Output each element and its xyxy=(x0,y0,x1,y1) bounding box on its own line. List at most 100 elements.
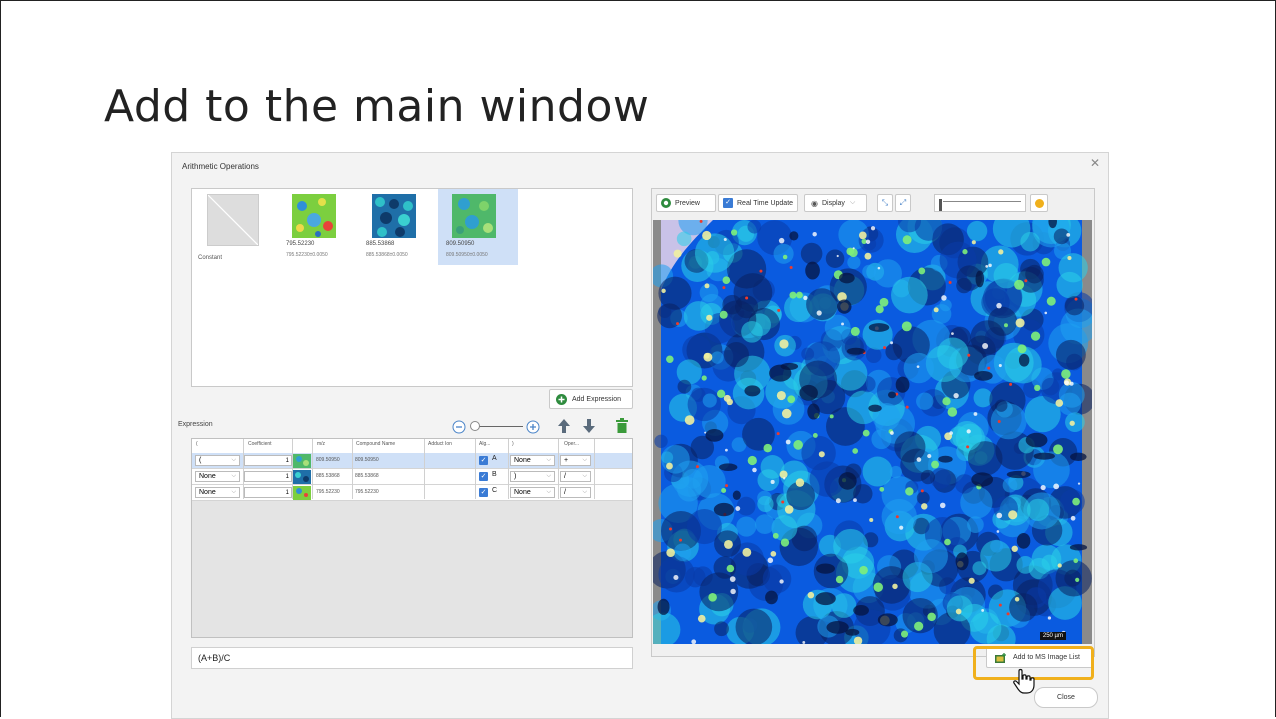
trash-icon[interactable] xyxy=(615,418,629,434)
row-compound-name: 809.50950 xyxy=(355,457,379,463)
open-paren-select[interactable]: None ⌵ xyxy=(195,487,240,498)
column-divider xyxy=(424,439,425,499)
thumbnail-image-selected[interactable]: 809.50950 809.50950±0.0050 xyxy=(438,189,518,265)
thumbnail-range: 885.53868±0.0050 xyxy=(366,252,408,258)
coefficient-input[interactable]: 1 xyxy=(244,487,292,498)
row-ion-image xyxy=(293,454,311,468)
operator-select[interactable]: / ⌵ xyxy=(560,471,591,482)
row-compound-name: 885.53868 xyxy=(355,473,379,479)
coefficient-input[interactable]: 1 xyxy=(244,455,292,466)
hand-cursor-icon xyxy=(1013,668,1035,694)
close-button[interactable]: Close xyxy=(1034,687,1098,708)
operator-select[interactable]: / ⌵ xyxy=(560,487,591,498)
arithmetic-operations-dialog: Arithmetic Operations ✕ Constant 795.522… xyxy=(171,152,1109,719)
header-close-paren: ) xyxy=(512,441,514,447)
scale-bar-label: 250 µm xyxy=(1039,632,1066,640)
column-divider xyxy=(594,439,595,499)
column-divider xyxy=(292,439,293,499)
preview-button[interactable]: Preview xyxy=(656,194,716,212)
dialog-title: Arithmetic Operations xyxy=(182,162,259,171)
algebra-checkbox[interactable]: ✓ xyxy=(479,472,488,481)
thumbnail-range: 809.50950±0.0050 xyxy=(446,252,488,258)
ms-image-preview[interactable]: 250 µm xyxy=(646,205,1097,654)
operator-select[interactable]: + ⌵ xyxy=(560,455,591,466)
close-paren-select[interactable]: ) ⌵ xyxy=(510,471,555,482)
algebra-checkbox[interactable]: ✓ xyxy=(479,456,488,465)
slider-thumb[interactable] xyxy=(939,199,942,211)
real-time-update-toggle[interactable]: ✓ Real Time Update xyxy=(718,194,798,212)
slide: Add to the main window Arithmetic Operat… xyxy=(0,0,1276,719)
plus-circle-icon xyxy=(556,393,567,405)
thumbnail-mz: 885.53868 xyxy=(366,241,395,247)
header-compound-name: Compound Name xyxy=(356,441,396,447)
thumbnail-range: 795.52230±0.0050 xyxy=(286,252,328,258)
move-down-icon[interactable] xyxy=(581,417,597,435)
real-time-update-label: Real Time Update xyxy=(737,199,794,207)
move-up-icon[interactable] xyxy=(556,417,572,435)
dialog-close-button[interactable]: ✕ xyxy=(1090,156,1100,170)
intensity-range-slider[interactable] xyxy=(934,194,1026,212)
close-paren-select[interactable]: None ⌵ xyxy=(510,487,555,498)
column-divider xyxy=(312,439,313,499)
slider-track xyxy=(943,201,1021,202)
row-mz: 809.50950 xyxy=(316,457,340,463)
colormap-button[interactable] xyxy=(1030,194,1048,212)
column-divider xyxy=(475,439,476,499)
algebra-checkbox[interactable]: ✓ xyxy=(479,488,488,497)
header-open-paren: ( xyxy=(196,441,198,447)
algebra-letter: C xyxy=(492,487,498,494)
colormap-icon xyxy=(1034,198,1044,208)
thumbnail-mz: 795.52230 xyxy=(286,241,315,247)
header-operator: Oper... xyxy=(564,441,580,447)
coefficient-input[interactable]: 1 xyxy=(244,471,292,482)
table-row[interactable]: (⌵ 1 809.50950 809.50950 ✓ A None ⌵ + ⌵ xyxy=(192,453,632,469)
add-expression-button[interactable]: Add Expression xyxy=(549,389,633,409)
eye-icon: ◉ xyxy=(811,198,818,208)
header-adduct-ion: Adduct Ion xyxy=(428,441,452,447)
thumbnail-constant[interactable]: Constant xyxy=(194,189,274,265)
formula-field[interactable]: (A+B)/C xyxy=(191,647,633,669)
table-header: ( Coefficient m/z Compound Name Adduct I… xyxy=(192,439,632,454)
table-row[interactable]: None ⌵ 1 795.52230 795.52230 ✓ C None ⌵ / ⌵ xyxy=(192,485,632,501)
preview-label: Preview xyxy=(675,199,700,207)
actual-size-icon[interactable]: ⤢ xyxy=(895,194,911,212)
display-dropdown[interactable]: ◉ Display ⌵ xyxy=(804,194,867,212)
ion-image-thumbnail xyxy=(452,194,496,238)
display-label: Display xyxy=(821,199,845,207)
preview-icon xyxy=(661,198,671,208)
row-ion-image xyxy=(293,486,311,500)
close-button-label: Close xyxy=(1057,694,1075,701)
row-mz: 795.52230 xyxy=(316,489,340,495)
open-paren-select[interactable]: None ⌵ xyxy=(195,471,240,482)
column-divider xyxy=(508,439,509,499)
expression-table: ( Coefficient m/z Compound Name Adduct I… xyxy=(191,438,633,638)
preview-panel: Preview ✓ Real Time Update ◉ Display ⌵ ⤡… xyxy=(646,188,1097,657)
column-divider xyxy=(558,439,559,499)
zoom-slider-thumb[interactable] xyxy=(470,421,480,431)
close-paren-select[interactable]: None ⌵ xyxy=(510,455,555,466)
row-ion-image xyxy=(293,470,311,484)
expression-label: Expression xyxy=(178,421,213,428)
ion-image-thumbnail xyxy=(292,194,336,238)
header-coefficient: Coefficient xyxy=(248,441,272,447)
image-thumbnail-panel: Constant 795.52230 795.52230±0.0050 885.… xyxy=(191,188,633,387)
thumbnail-image[interactable]: 795.52230 795.52230±0.0050 xyxy=(278,189,358,265)
thumbnail-image[interactable]: 885.53868 885.53868±0.0050 xyxy=(358,189,438,265)
zoom-in-icon[interactable] xyxy=(525,419,541,435)
algebra-letter: A xyxy=(492,455,497,462)
thumbnail-label: Constant xyxy=(198,255,223,261)
row-compound-name: 795.52230 xyxy=(355,489,379,495)
fit-icon[interactable]: ⤡ xyxy=(877,194,893,212)
header-algebra: Alg... xyxy=(479,441,491,447)
chevron-down-icon: ⌵ xyxy=(849,199,856,206)
constant-image xyxy=(207,194,259,246)
column-divider xyxy=(352,439,353,499)
open-paren-select[interactable]: (⌵ xyxy=(195,455,240,466)
zoom-out-icon[interactable] xyxy=(451,419,467,435)
slide-title: Add to the main window xyxy=(104,81,650,132)
row-mz: 885.53868 xyxy=(316,473,340,479)
table-row[interactable]: None ⌵ 1 885.53868 885.53868 ✓ B ) ⌵ / ⌵ xyxy=(192,469,632,485)
header-mz: m/z xyxy=(317,441,326,447)
thumbnail-mz: 809.50950 xyxy=(446,241,475,247)
checkbox-checked-icon: ✓ xyxy=(723,198,733,208)
